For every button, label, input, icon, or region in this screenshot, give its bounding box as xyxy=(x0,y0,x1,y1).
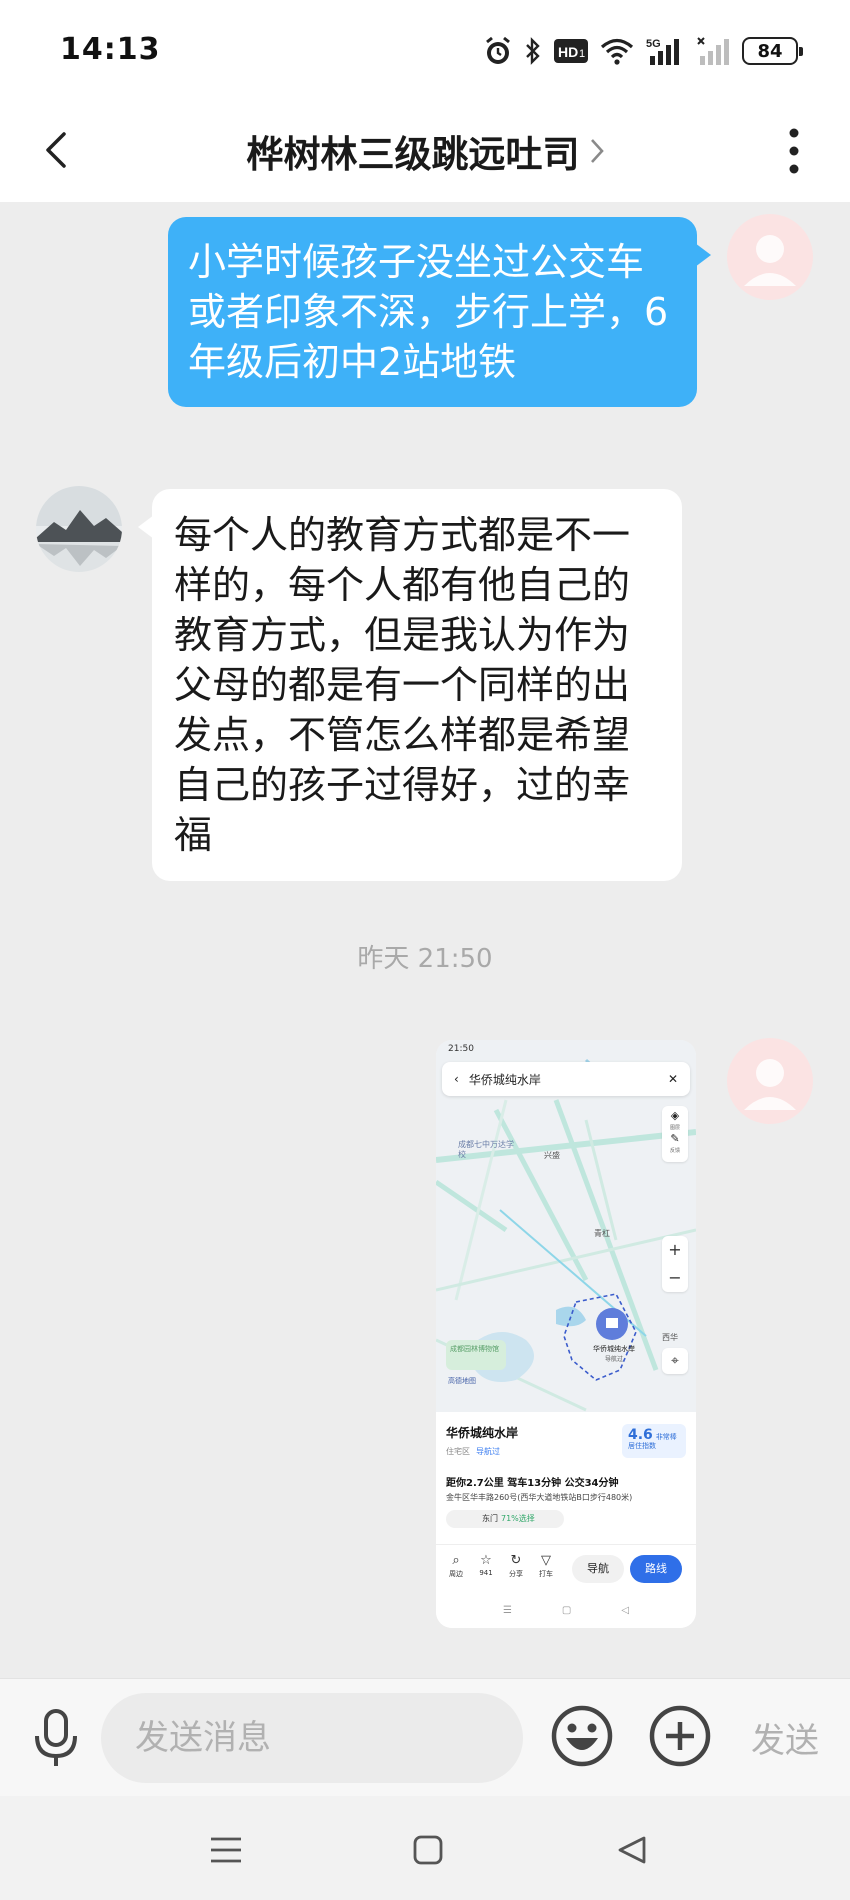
status-icons: HD 1 5G 84 xyxy=(484,34,803,68)
svg-text:1: 1 xyxy=(579,48,585,60)
back-triangle-icon: ◁ xyxy=(621,1604,630,1616)
place-card: 华侨城纯水岸 住宅区 导航过 4.6 非常棒 居住指数 距你2.7公里 驾车13分钟… xyxy=(436,1412,696,1628)
layers-icon: ◈ xyxy=(670,1109,680,1122)
map-label-xihua: 西华 xyxy=(662,1333,678,1342)
landscape-avatar-icon xyxy=(36,486,122,572)
message-input[interactable] xyxy=(101,1693,523,1783)
place-name: 华侨城纯水岸 xyxy=(446,1426,519,1440)
map-label-garden: 成都园林博物馆 xyxy=(450,1345,499,1353)
wifi-icon xyxy=(600,38,634,65)
map-label-xingsheng: 兴盛 xyxy=(544,1151,560,1160)
signal-secondary-icon xyxy=(697,37,729,65)
home-button[interactable] xyxy=(404,1826,452,1874)
place-type: 住宅区 导航过 xyxy=(446,1446,500,1457)
microphone-icon xyxy=(35,1709,77,1766)
user-silhouette-icon xyxy=(744,235,796,286)
tool-nearby: ⌕ 周边 xyxy=(442,1553,470,1579)
menu-icon: ☰ xyxy=(502,1604,512,1616)
star-icon: ☆ xyxy=(480,1553,492,1568)
contact-avatar[interactable] xyxy=(36,486,122,572)
more-vertical-icon xyxy=(789,128,799,174)
place-score-label: 非常棒 xyxy=(655,1433,677,1441)
add-button[interactable] xyxy=(648,1704,712,1768)
search-icon: ⌕ xyxy=(452,1553,460,1568)
thumb-system-nav: ☰ ▢ ◁ xyxy=(436,1598,696,1622)
tool-share: ↻ 分享 xyxy=(502,1553,530,1579)
hd-icon: HD 1 xyxy=(554,39,588,63)
recent-apps-button[interactable] xyxy=(202,1826,250,1874)
emoji-button[interactable] xyxy=(550,1704,614,1768)
back-triangle-icon xyxy=(618,1836,646,1864)
share-icon: ↻ xyxy=(510,1553,522,1568)
feedback-label: 反馈 xyxy=(669,1148,680,1154)
map-layer-controls[interactable]: ◈ 图层 ✎ 反馈 xyxy=(662,1106,688,1162)
bluetooth-icon xyxy=(526,37,540,65)
thumb-status-time: 21:50 xyxy=(448,1044,474,1054)
tool-nearby-label: 周边 xyxy=(449,1570,463,1578)
map-screenshot-message[interactable]: 成都七中万达学校 兴盛 青杠 西华 成都园林博物馆 高德地图 华侨城纯水岸 导航… xyxy=(436,1040,696,1628)
back-nav-button[interactable] xyxy=(608,1826,656,1874)
input-bar: 发送 xyxy=(0,1678,850,1796)
message-bubble-outgoing[interactable]: 小学时候孩子没坐过公交车或者印象不深，步行上学，6年级后初中2站地铁 xyxy=(168,217,711,407)
zoom-controls[interactable]: + − xyxy=(662,1236,688,1292)
send-button[interactable]: 发送 xyxy=(740,1709,830,1765)
place-score-sub: 居住指数 xyxy=(628,1442,656,1450)
thumb-nav-button: 导航 xyxy=(572,1555,624,1583)
layers-label: 图层 xyxy=(669,1125,680,1131)
more-button[interactable] xyxy=(774,116,814,186)
status-time: 14:13 xyxy=(60,32,161,67)
message-bubble-incoming[interactable]: 每个人的教育方式都是不一样的，每个人都有他自己的教育方式，但是我认为作为父母的都… xyxy=(138,489,682,881)
place-gate-name: 东门 xyxy=(482,1514,498,1523)
svg-text:5G: 5G xyxy=(646,38,661,50)
self-avatar[interactable] xyxy=(727,214,813,300)
tool-favorite: ☆ 941 xyxy=(472,1553,500,1577)
chat-area[interactable]: 小学时候孩子没坐过公交车或者印象不深，步行上学，6年级后初中2站地铁 每个人的教… xyxy=(0,202,850,1678)
place-type-text: 住宅区 xyxy=(446,1447,470,1456)
thumb-search-text: 华侨城纯水岸 xyxy=(468,1072,541,1087)
home-icon: ▢ xyxy=(561,1604,572,1616)
user-silhouette-icon xyxy=(744,1059,796,1110)
thumb-back-icon: ‹ xyxy=(454,1072,459,1086)
system-nav-bar xyxy=(0,1796,850,1900)
battery-level: 84 xyxy=(757,40,783,62)
self-avatar-2[interactable] xyxy=(727,1038,813,1124)
status-bar: 14:13 HD 1 5G 84 xyxy=(0,0,850,100)
tool-taxi-label: 打车 xyxy=(539,1570,553,1578)
title-area[interactable]: 桦树林三级跳远吐司 xyxy=(0,100,850,202)
place-score: 4.6 非常棒 居住指数 xyxy=(622,1424,686,1458)
menu-lines-icon xyxy=(211,1837,241,1863)
map-pin-sub: 导航过 xyxy=(604,1356,623,1363)
taxi-icon: ▽ xyxy=(541,1553,551,1568)
tool-share-label: 分享 xyxy=(509,1570,523,1578)
square-home-icon xyxy=(413,1835,443,1865)
map-label-school: 成都七中万达学校 xyxy=(458,1140,514,1159)
plus-circle-icon xyxy=(649,1705,711,1767)
thumb-close-icon: ✕ xyxy=(667,1072,678,1086)
thumb-route-button: 路线 xyxy=(630,1555,682,1583)
place-gate: 东门 71%选择 xyxy=(446,1510,564,1528)
place-distance: 距你2.7公里 驾车13分钟 公交34分钟 xyxy=(446,1478,619,1489)
map-pin-label: 华侨城纯水岸 xyxy=(593,1345,635,1353)
chevron-right-icon xyxy=(590,138,604,164)
battery-indicator: 84 xyxy=(742,37,803,65)
chat-title: 桦树林三级跳远吐司 xyxy=(246,133,580,176)
map-label-gaode: 高德地图 xyxy=(448,1377,476,1385)
place-nav-tag: 导航过 xyxy=(476,1447,500,1456)
alarm-icon xyxy=(486,36,510,64)
map-label-qinggang: 青杠 xyxy=(594,1229,610,1238)
svg-text:HD: HD xyxy=(558,44,578,60)
thumb-search-bar: ‹ 华侨城纯水岸 ✕ xyxy=(442,1062,690,1096)
feedback-icon: ✎ xyxy=(670,1132,680,1145)
smiley-icon xyxy=(551,1705,613,1767)
chat-header: 桦树林三级跳远吐司 xyxy=(0,100,850,202)
tool-taxi: ▽ 打车 xyxy=(532,1553,560,1579)
locate-icon[interactable]: ⌖ xyxy=(662,1348,688,1374)
timestamp: 昨天 21:50 xyxy=(357,944,493,974)
place-toolbar: ⌕ 周边 ☆ 941 ↻ 分享 ▽ 打车 导航 路线 xyxy=(436,1544,696,1590)
signal-5g-icon: 5G xyxy=(646,38,679,65)
place-address: 金牛区华丰路260号(西华大道地铁站B口步行480米) xyxy=(446,1493,633,1502)
voice-button[interactable] xyxy=(28,1707,84,1769)
tool-favorite-label: 941 xyxy=(479,1569,493,1577)
place-gate-pct: 71%选择 xyxy=(501,1514,535,1523)
